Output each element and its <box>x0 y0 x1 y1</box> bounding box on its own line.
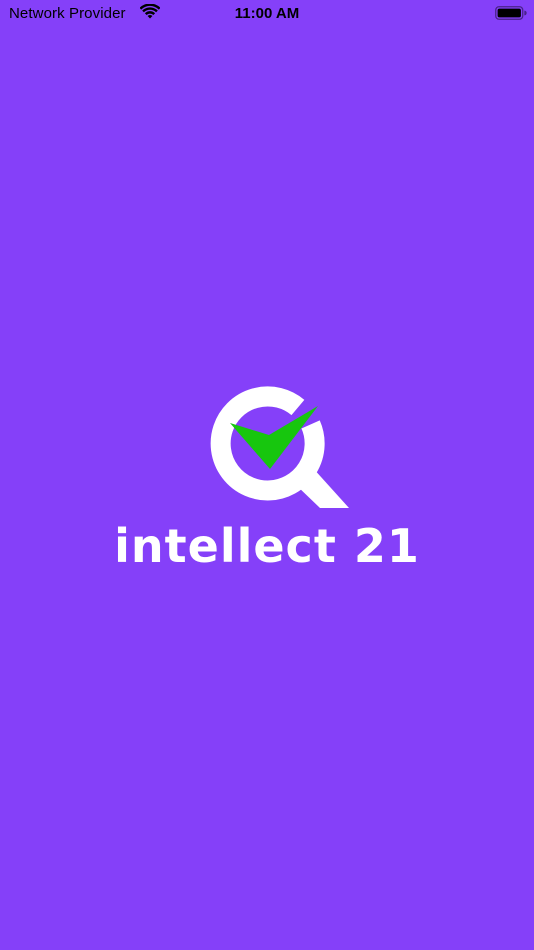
status-bar: Network Provider 11:00 AM <box>0 0 534 28</box>
battery-icon <box>495 6 527 20</box>
splash-logo: intellect 21 <box>0 380 534 580</box>
magnifier-checkmark-icon <box>210 386 349 508</box>
brand-name: intellect 21 <box>114 519 420 573</box>
battery-fill <box>497 8 521 18</box>
clock: 11:00 AM <box>234 5 300 22</box>
